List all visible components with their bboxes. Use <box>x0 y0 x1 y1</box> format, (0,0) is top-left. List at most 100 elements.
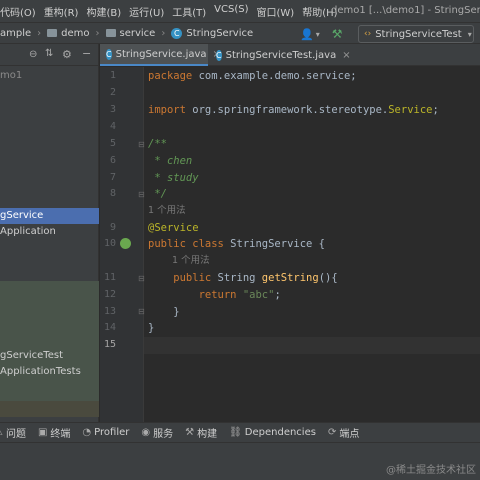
tool-profiler[interactable]: ◔ Profiler <box>82 427 129 438</box>
spring-bean-icon[interactable] <box>120 238 131 249</box>
minimize-icon[interactable]: − <box>82 47 91 60</box>
fold-icon[interactable]: ⊟ <box>138 274 145 283</box>
fold-icon[interactable]: ⊟ <box>138 190 145 199</box>
keyword: return <box>148 289 237 301</box>
code-text: String <box>211 272 262 284</box>
tool-endpoints[interactable]: ⟳ 端点 <box>328 425 359 440</box>
tool-window-bar: ⚠ 问题 ▣ 终端 ◔ Profiler ◉ 服务 ⚒ 构建 ⛓ Depende… <box>0 422 480 442</box>
breadcrumb-service[interactable]: service <box>120 28 156 39</box>
line-number: 8 <box>109 188 116 199</box>
code-line-10: public class StringService { <box>148 236 325 252</box>
services-icon: ◉ <box>141 427 151 438</box>
breadcrumb-demo[interactable]: demo <box>61 28 89 39</box>
menu-tools[interactable]: 工具(T) <box>168 4 210 19</box>
tool-services[interactable]: ◉ 服务 <box>141 425 173 440</box>
tab-stringservicetest[interactable]: C StringServiceTest.java × <box>210 44 351 66</box>
tool-dependencies[interactable]: ⛓ Dependencies <box>229 427 316 438</box>
profiler-icon: ◔ <box>82 427 92 438</box>
watermark: @稀土掘金技术社区 <box>386 465 476 476</box>
line-number: 15 <box>103 339 116 350</box>
line-number: 7 <box>109 172 116 183</box>
keyword: public class <box>148 238 224 250</box>
line-number: 2 <box>109 87 116 98</box>
usage-hint[interactable]: 1 个用法 <box>172 253 210 269</box>
tool-terminal[interactable]: ▣ 终端 <box>38 425 70 440</box>
project-tree: mo1 gService Application gServiceTest Ap… <box>0 66 99 422</box>
line-number: 3 <box>109 104 116 115</box>
code-line-8: */ <box>148 188 167 200</box>
code-line-5: /** <box>148 138 167 150</box>
dependencies-icon: ⛓ <box>229 427 242 438</box>
line-number: 6 <box>109 155 116 166</box>
menu-window[interactable]: 窗口(W) <box>253 4 299 19</box>
fold-icon[interactable]: ⊟ <box>138 307 145 316</box>
string-literal: "abc" <box>236 289 275 301</box>
usage-hint[interactable]: 1 个用法 <box>148 203 186 219</box>
fold-icon[interactable]: ⊟ <box>138 140 145 149</box>
project-panel-toolbar: ⊖ ⇅ ⚙ − <box>0 44 98 66</box>
breadcrumb-stringservice[interactable]: StringService <box>186 28 253 39</box>
tree-item-stringservicetest[interactable]: gServiceTest <box>0 348 99 364</box>
tab-stringservice[interactable]: C StringService.java × <box>100 44 221 66</box>
folder-icon <box>47 29 58 37</box>
breadcrumb-example[interactable]: ample <box>0 28 31 39</box>
collapse-icon[interactable]: ⊖ <box>29 49 37 60</box>
menu-refactor[interactable]: 重构(R) <box>40 4 83 19</box>
code-class-ref: Service <box>388 104 433 116</box>
run-config-select[interactable]: ‹› StringServiceTest ▾ <box>358 25 474 43</box>
user-icon[interactable]: 👤 <box>300 28 314 41</box>
hammer-icon[interactable]: ⚒ <box>332 27 343 41</box>
editor-tabs: C StringService.java × C StringServiceTe… <box>100 44 480 66</box>
current-line-highlight <box>144 337 480 354</box>
menu-build[interactable]: 构建(B) <box>82 4 125 19</box>
gear-icon[interactable]: ⚙ <box>62 48 72 61</box>
class-icon: C <box>216 49 222 61</box>
code-line-7: * study <box>148 172 199 184</box>
main-menu: 代码(O) 重构(R) 构建(B) 运行(U) 工具(T) VCS(S) 窗口(… <box>0 4 342 19</box>
tool-build[interactable]: ⚒ 构建 <box>185 425 217 440</box>
line-number: 13 <box>103 306 116 317</box>
folder-icon <box>105 29 116 37</box>
tool-label: 终端 <box>50 429 71 440</box>
code-editor[interactable]: 1 2 3 4 5 6 7 8 9 10 11 12 13 14 15 ⊟ ⊟ … <box>100 67 480 422</box>
sort-icon[interactable]: ⇅ <box>45 48 53 59</box>
method-name: getString <box>261 272 319 284</box>
tree-item-stringservice[interactable]: gService <box>0 208 99 224</box>
code-line-6: * chen <box>148 155 193 167</box>
menu-code[interactable]: 代码(O) <box>0 4 40 19</box>
code-line-3: import org.springframework.stereotype.Se… <box>148 102 439 118</box>
hammer-icon: ⚒ <box>185 427 195 438</box>
code-text: StringService { <box>223 238 326 250</box>
tree-item-applicationtests[interactable]: ApplicationTests <box>0 364 99 380</box>
tool-label: 服务 <box>153 429 174 440</box>
code-text: ; <box>432 104 439 116</box>
code-line-14: } <box>148 322 155 334</box>
navigation-bar: ample › demo › service › C StringService… <box>0 22 480 44</box>
line-number: 10 <box>103 238 116 249</box>
code-line-9: @Service <box>148 222 199 234</box>
breadcrumb-separator-icon: › <box>37 27 42 39</box>
keyword: package <box>148 70 193 82</box>
line-number: 4 <box>109 121 116 132</box>
line-number: 14 <box>103 322 116 333</box>
close-icon[interactable]: × <box>342 50 350 61</box>
menu-bar: 代码(O) 重构(R) 构建(B) 运行(U) 工具(T) VCS(S) 窗口(… <box>0 0 480 22</box>
chevron-left-icon: ‹› <box>364 29 372 39</box>
code-line-12: return "abc"; <box>148 287 281 303</box>
line-number: 11 <box>103 272 116 283</box>
keyword: import <box>148 104 186 116</box>
code-line-11: public String getString(){ <box>148 270 337 286</box>
run-config-label: StringServiceTest <box>375 28 462 40</box>
warning-icon: ⚠ <box>0 427 3 438</box>
menu-run[interactable]: 运行(U) <box>125 4 168 19</box>
tree-item-application[interactable]: Application <box>0 224 99 240</box>
breadcrumb-separator-icon: › <box>161 27 166 39</box>
project-panel: ⊖ ⇅ ⚙ − mo1 gService Application gServic… <box>0 44 99 422</box>
chevron-down-icon[interactable]: ▾ <box>316 30 320 39</box>
tool-problems[interactable]: ⚠ 问题 <box>0 425 26 440</box>
menu-vcs[interactable]: VCS(S) <box>210 4 252 19</box>
test-folder-highlight <box>0 281 99 401</box>
tree-root[interactable]: mo1 <box>0 68 99 84</box>
nav-actions: 👤 ▾ ⚒ <box>300 23 342 45</box>
code-text: ; <box>274 289 281 301</box>
